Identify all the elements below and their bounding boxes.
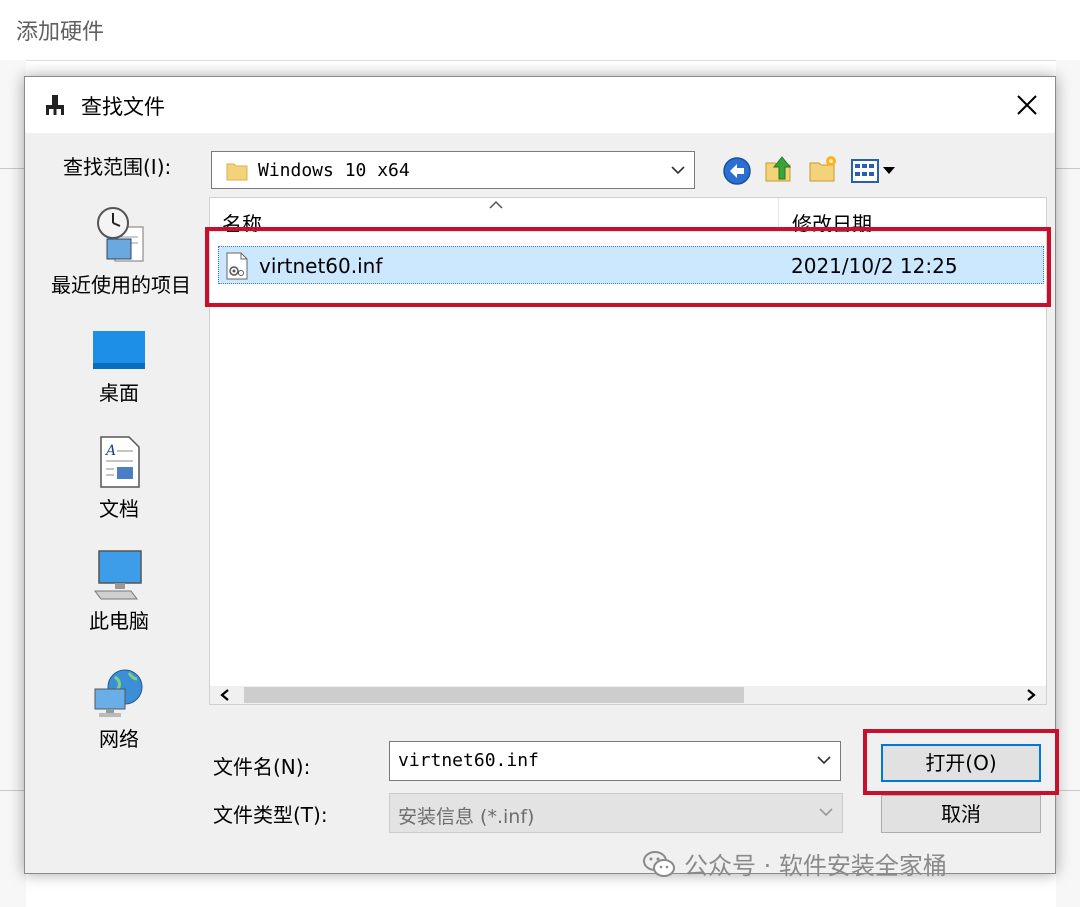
up-folder-icon [765,156,792,182]
file-date-cell: 2021/10/2 12:25 [791,254,958,278]
chevron-down-icon[interactable] [816,753,832,767]
place-desktop[interactable]: 桌面 [29,329,209,406]
setup-info-file-icon [226,252,248,280]
parent-left-edge [0,60,26,907]
file-name-value: virtnet60.inf [398,750,539,771]
file-row-selected[interactable]: virtnet60.inf 2021/10/2 12:25 [218,246,1044,284]
place-label: 文档 [99,497,139,521]
view-menu-button[interactable] [851,155,901,187]
chevron-down-icon [819,808,833,817]
chevron-down-icon [671,166,685,175]
folder-icon [226,163,248,181]
place-recent-items[interactable]: 最近使用的项目 [31,205,211,298]
wechat-icon [643,850,675,877]
place-label: 此电脑 [89,609,149,633]
parent-divider [0,168,24,169]
place-label: 桌面 [99,381,139,405]
find-file-dialog: 查找文件 查找范围(I): Windows 10 x64 最近使用的项目 桌面 … [24,76,1059,874]
cancel-button[interactable]: 取消 [881,795,1041,833]
scroll-right-button[interactable] [1016,686,1046,704]
documents-icon: A [100,436,140,488]
dialog-titlebar: 查找文件 [25,77,1055,133]
chevron-left-icon [220,689,229,701]
parent-divider [1056,168,1080,169]
column-name-header[interactable]: 名称 [222,210,262,232]
back-button[interactable] [721,155,753,187]
place-documents[interactable]: A 文档 [29,435,209,522]
new-folder-icon [809,156,836,182]
this-pc-icon [94,550,142,600]
scroll-left-button[interactable] [210,686,240,704]
look-in-label: 查找范围(I): [63,155,172,179]
file-type-label: 文件类型(T): [213,803,328,827]
look-in-value: Windows 10 x64 [258,160,410,181]
new-folder-button[interactable] [807,153,839,185]
watermark-text: 公众号 · 软件安装全家桶 [684,852,947,880]
file-list-header: 名称 修改日期 [210,198,1046,232]
place-label: 网络 [99,727,139,751]
view-menu-icon [851,159,895,183]
chevron-right-icon [1027,689,1036,701]
network-icon [94,669,143,717]
close-button[interactable] [1007,85,1047,125]
watermark: 公众号 · 软件安装全家桶 [642,846,947,881]
back-icon [723,157,751,185]
place-network[interactable]: 网络 [29,667,209,752]
place-label: 最近使用的项目 [51,273,191,297]
file-name-label: 文件名(N): [213,755,311,779]
desktop-icon [93,331,145,369]
column-separator[interactable] [778,198,779,232]
column-date-header[interactable]: 修改日期 [792,210,872,232]
file-name-cell: virtnet60.inf [259,254,383,278]
parent-divider [0,790,24,791]
hardware-icon [46,95,64,115]
file-type-dropdown[interactable]: 安装信息 (*.inf) [389,793,843,833]
close-icon [1017,95,1037,115]
svg-text:A: A [104,443,116,459]
add-hardware-title: 添加硬件 [16,20,105,45]
recent-items-icon [97,207,144,262]
parent-right-edge [1056,60,1080,907]
file-type-value: 安装信息 (*.inf) [398,806,535,828]
dialog-title: 查找文件 [81,95,165,119]
look-in-dropdown[interactable]: Windows 10 x64 [211,151,695,189]
parent-divider [1056,790,1080,791]
file-name-input[interactable]: virtnet60.inf [389,741,841,781]
sort-ascending-icon [489,200,503,209]
horizontal-scrollbar[interactable] [210,686,1046,704]
place-this-pc[interactable]: 此电脑 [29,549,209,634]
up-folder-button[interactable] [763,153,795,185]
open-button[interactable]: 打开(O) [881,744,1041,782]
parent-divider [0,60,1080,61]
file-list[interactable]: 名称 修改日期 virtnet60.inf 2021/10/2 12:25 [209,197,1047,705]
scrollbar-thumb[interactable] [244,687,744,703]
